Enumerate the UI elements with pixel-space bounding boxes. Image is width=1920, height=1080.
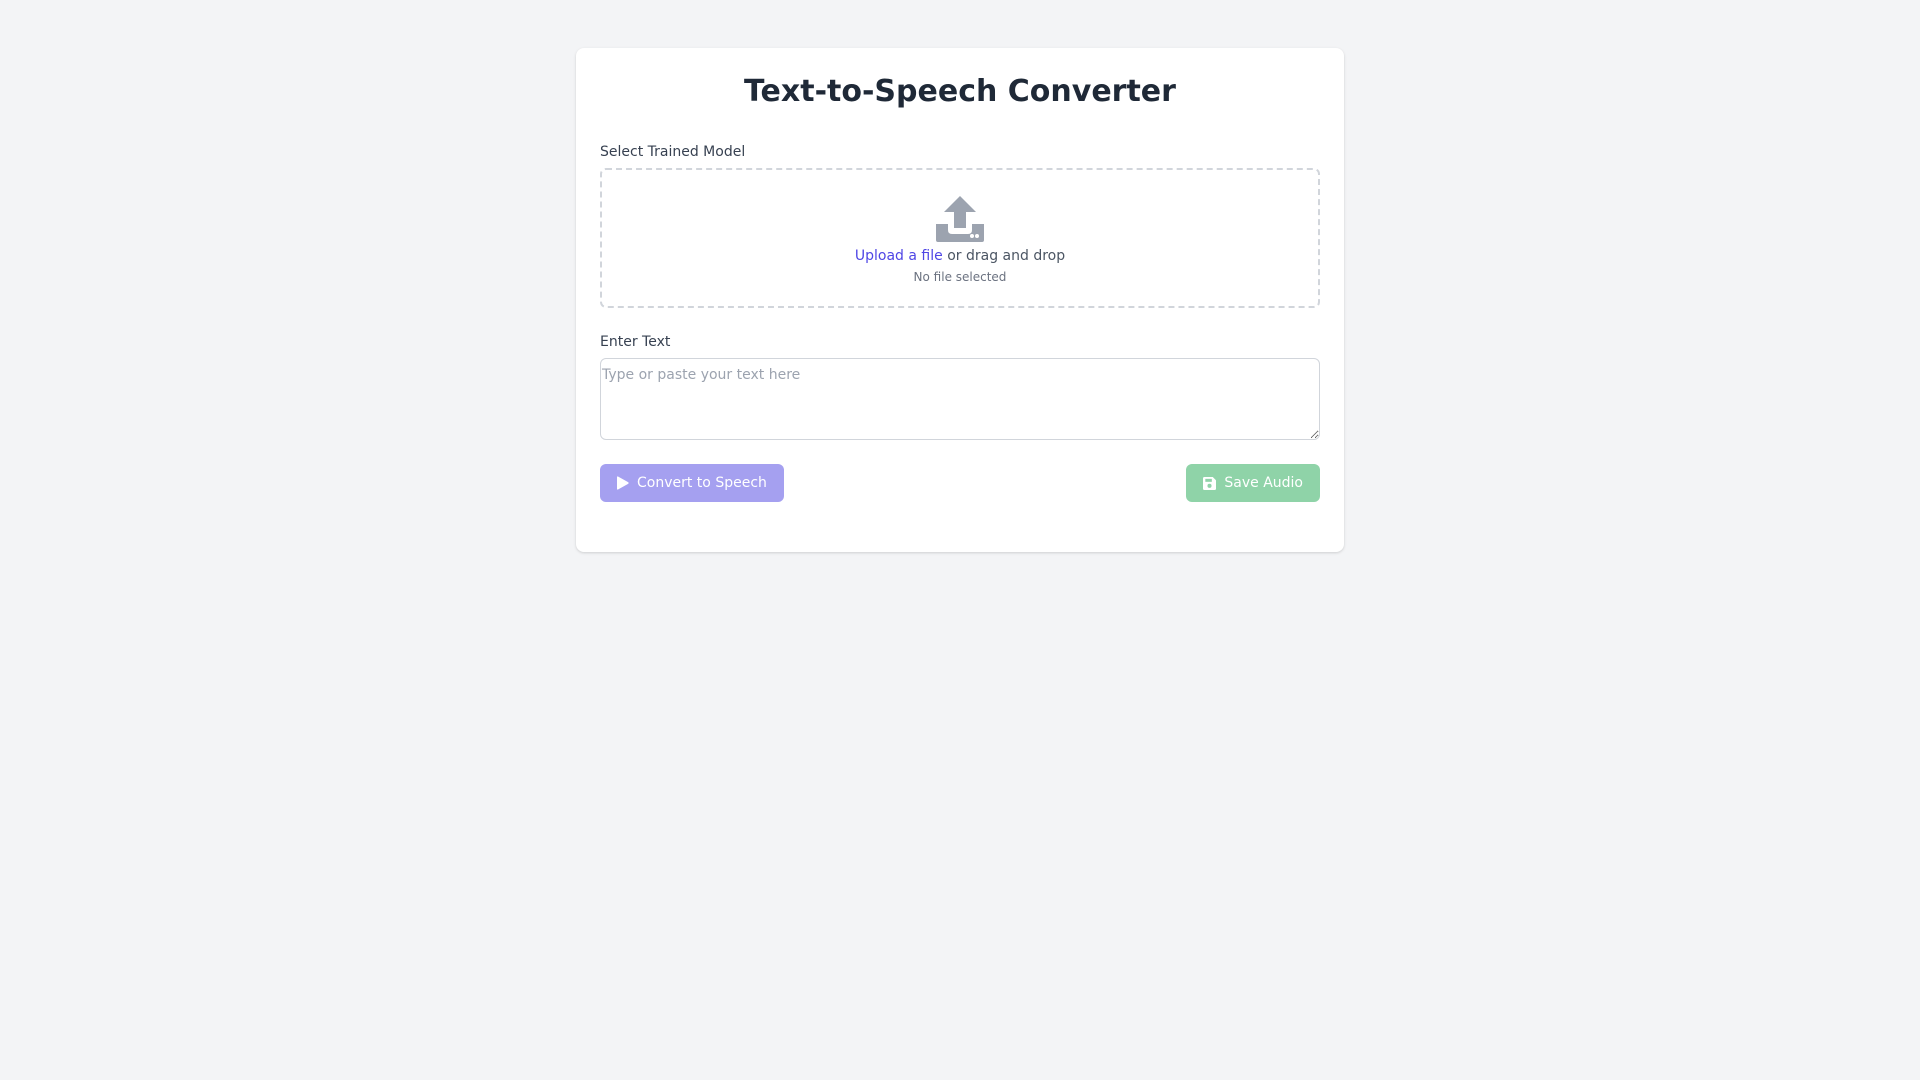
- upload-instructions: Upload a file or drag and drop: [855, 246, 1065, 266]
- text-input[interactable]: [600, 358, 1320, 440]
- file-dropzone[interactable]: Upload a file or drag and drop No file s…: [600, 168, 1320, 308]
- converter-card: Text-to-Speech Converter Select Trained …: [576, 48, 1344, 552]
- action-bar: Convert to Speech Save Audio: [600, 464, 1320, 502]
- page-title: Text-to-Speech Converter: [744, 74, 1176, 109]
- model-field-label: Select Trained Model: [600, 144, 746, 160]
- drag-drop-text: or drag and drop: [942, 247, 1066, 264]
- file-status: No file selected: [913, 269, 1007, 284]
- play-icon: [617, 476, 629, 490]
- save-button-label: Save Audio: [1224, 475, 1303, 491]
- convert-button-label: Convert to Speech: [637, 475, 767, 491]
- convert-to-speech-button[interactable]: Convert to Speech: [600, 464, 784, 502]
- save-icon: [1203, 476, 1217, 490]
- text-field-label: Enter Text: [600, 334, 671, 350]
- upload-icon: [936, 195, 984, 242]
- upload-file-link[interactable]: Upload a file: [855, 248, 943, 264]
- save-audio-button[interactable]: Save Audio: [1186, 464, 1320, 502]
